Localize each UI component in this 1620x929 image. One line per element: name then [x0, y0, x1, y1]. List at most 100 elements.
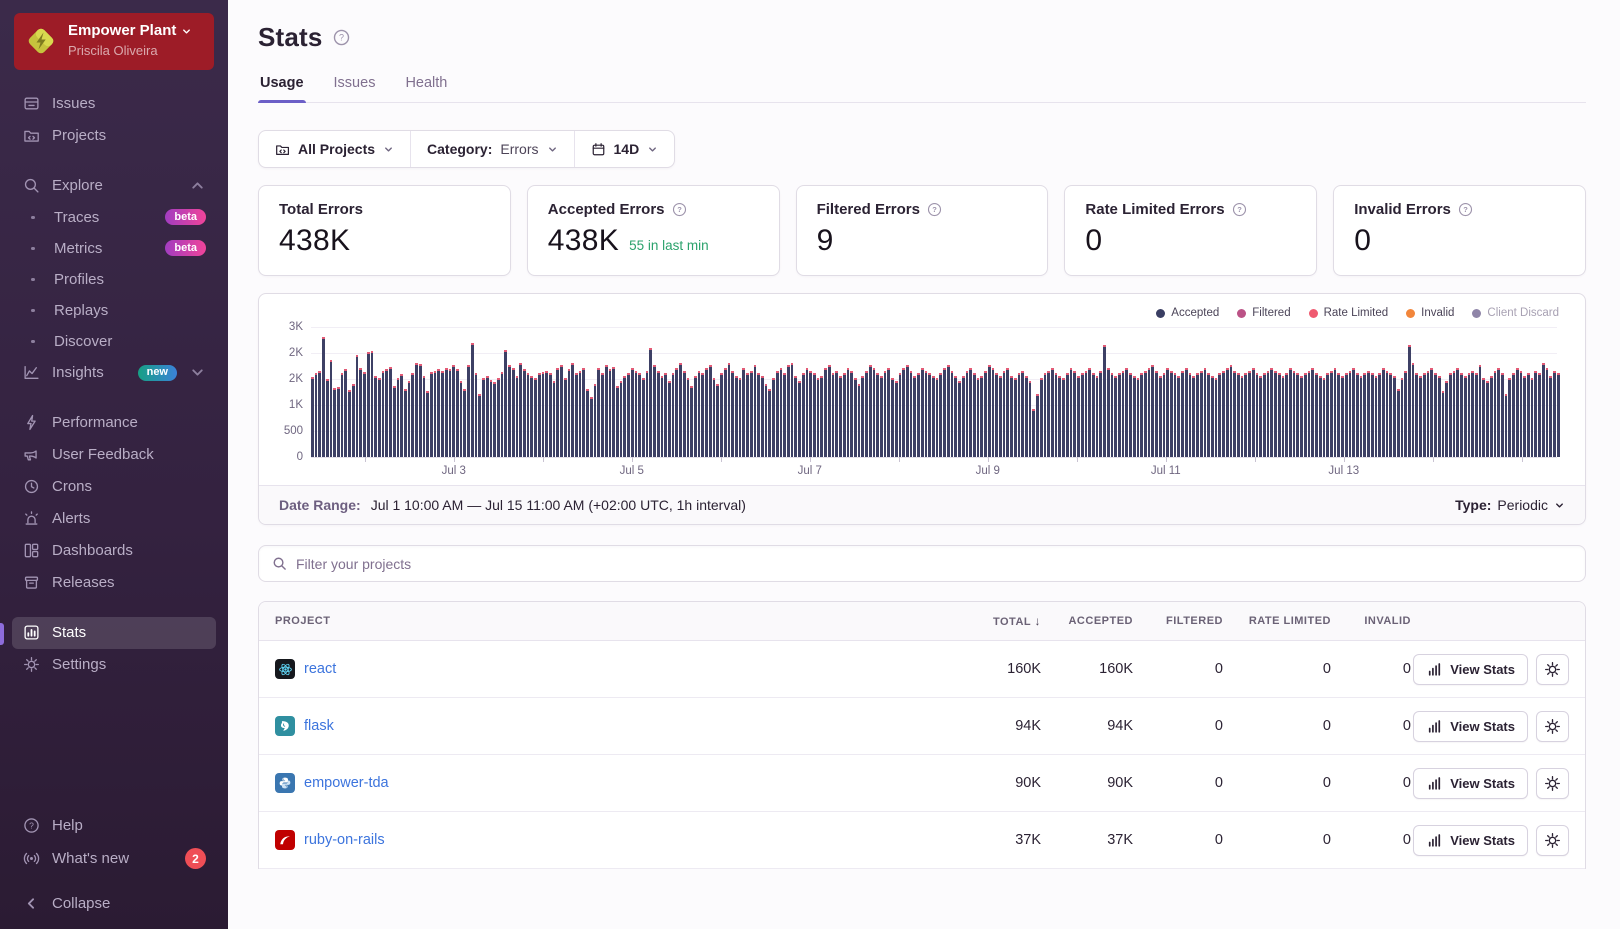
chart-bar[interactable]	[772, 378, 775, 457]
chart-bar[interactable]	[1028, 381, 1032, 457]
chart-bar[interactable]	[403, 388, 407, 457]
chart-bar[interactable]	[1281, 375, 1285, 457]
chart-bar[interactable]	[1541, 362, 1545, 457]
chart-bar[interactable]	[582, 368, 586, 457]
chart-bar[interactable]	[827, 365, 831, 457]
category-selector[interactable]: Category: Errors	[410, 131, 573, 167]
chart-bar[interactable]	[340, 373, 344, 457]
chart-bar[interactable]	[943, 368, 946, 457]
chart-bar[interactable]	[1039, 378, 1043, 457]
chart-bar[interactable]	[370, 351, 374, 457]
chart-bar[interactable]	[552, 381, 556, 457]
chart-bar[interactable]	[664, 373, 667, 457]
sidebar-item-crons[interactable]: Crons	[12, 471, 216, 503]
chart-bar[interactable]	[1419, 375, 1422, 457]
chart-bar[interactable]	[679, 362, 682, 457]
chart-bar[interactable]	[456, 368, 459, 457]
chart-bar[interactable]	[1229, 365, 1233, 457]
chart-bar[interactable]	[846, 368, 850, 457]
chart-bar[interactable]	[515, 375, 519, 457]
project-settings-button[interactable]	[1536, 653, 1569, 685]
chart-bar[interactable]	[452, 365, 456, 457]
tab-usage[interactable]: Usage	[258, 75, 306, 103]
chart-bar[interactable]	[1300, 375, 1303, 457]
chart-bar[interactable]	[433, 370, 437, 457]
chart-bar[interactable]	[842, 373, 846, 457]
tab-issues[interactable]: Issues	[332, 75, 378, 102]
chart-bar[interactable]	[1043, 373, 1047, 457]
chart-bar[interactable]	[939, 373, 943, 457]
chart-bar[interactable]	[537, 373, 541, 457]
chart-bar[interactable]	[1173, 373, 1177, 457]
chart-bar[interactable]	[1036, 394, 1039, 457]
chart-bar[interactable]	[805, 368, 809, 457]
chart-bar[interactable]	[1370, 373, 1374, 457]
chart-bar[interactable]	[1144, 370, 1147, 457]
chart-bar[interactable]	[333, 387, 337, 457]
chart-bar[interactable]	[1129, 373, 1132, 457]
chart-bar[interactable]	[1240, 375, 1244, 457]
chart-bar[interactable]	[935, 378, 939, 457]
chart-bar[interactable]	[1266, 370, 1270, 457]
chart-bar[interactable]	[872, 368, 876, 457]
chart-bar[interactable]	[734, 375, 738, 457]
chart-bar[interactable]	[917, 373, 920, 457]
chart-bar[interactable]	[1382, 368, 1385, 457]
chart-bar[interactable]	[1103, 345, 1106, 457]
chart-bar[interactable]	[1095, 375, 1099, 457]
chart-bar[interactable]	[1084, 370, 1088, 457]
chart-bar[interactable]	[1025, 375, 1028, 457]
column-header-project[interactable]: Project	[275, 615, 953, 627]
sidebar-item-replays[interactable]: Replays	[12, 295, 216, 326]
chart-bar[interactable]	[1177, 375, 1181, 457]
chart-bar[interactable]	[1077, 375, 1080, 457]
chart-bar[interactable]	[783, 373, 786, 457]
chart-bar[interactable]	[831, 373, 835, 457]
chart-bar[interactable]	[578, 370, 582, 457]
chart-bar[interactable]	[998, 375, 1002, 457]
project-link[interactable]: flask	[304, 718, 334, 734]
chart-bar[interactable]	[980, 375, 984, 457]
chart-bar[interactable]	[1445, 381, 1448, 457]
chart-bar[interactable]	[969, 368, 972, 457]
chart-bar[interactable]	[1274, 370, 1277, 457]
chart-bar[interactable]	[1530, 378, 1534, 457]
chart-bar[interactable]	[768, 388, 772, 457]
chart-bar[interactable]	[1047, 370, 1051, 457]
view-stats-button[interactable]: View Stats	[1413, 710, 1528, 742]
chart-bar[interactable]	[567, 369, 571, 457]
chart-bar[interactable]	[586, 388, 589, 457]
chart-bar[interactable]	[1374, 375, 1378, 457]
chart-bar[interactable]	[742, 368, 746, 457]
chart-bar[interactable]	[422, 375, 426, 457]
chart-bar[interactable]	[1114, 375, 1117, 457]
chart-bar[interactable]	[589, 396, 593, 457]
sidebar-item-traces[interactable]: Traces beta	[12, 202, 216, 233]
chart-bar[interactable]	[1430, 368, 1434, 457]
chart-bar[interactable]	[1538, 373, 1541, 457]
chart-bar[interactable]	[318, 370, 322, 457]
chart-bar[interactable]	[720, 373, 723, 457]
chart-bar[interactable]	[1210, 375, 1214, 457]
chart-bar[interactable]	[325, 379, 329, 457]
chart-bar[interactable]	[746, 373, 749, 457]
chart-bar[interactable]	[1021, 370, 1024, 457]
chart-bar[interactable]	[407, 381, 411, 457]
chart-bar[interactable]	[314, 373, 318, 457]
chart-bar[interactable]	[1437, 375, 1441, 457]
chart-bar[interactable]	[612, 367, 615, 457]
chart-bar[interactable]	[467, 365, 470, 457]
chart-bar[interactable]	[1199, 370, 1203, 457]
chart-bar[interactable]	[441, 371, 444, 457]
chart-bar[interactable]	[749, 370, 753, 457]
chart-bar[interactable]	[337, 386, 340, 457]
chart-bar[interactable]	[504, 349, 508, 457]
chart-bar[interactable]	[1162, 373, 1166, 457]
chart-bar[interactable]	[1415, 373, 1419, 457]
chart-bar[interactable]	[575, 373, 578, 457]
chart-bar[interactable]	[615, 386, 619, 457]
chart-bar[interactable]	[868, 365, 872, 457]
chart-bar[interactable]	[883, 370, 887, 457]
chart-bar[interactable]	[366, 352, 370, 457]
chart-bar[interactable]	[623, 375, 627, 457]
